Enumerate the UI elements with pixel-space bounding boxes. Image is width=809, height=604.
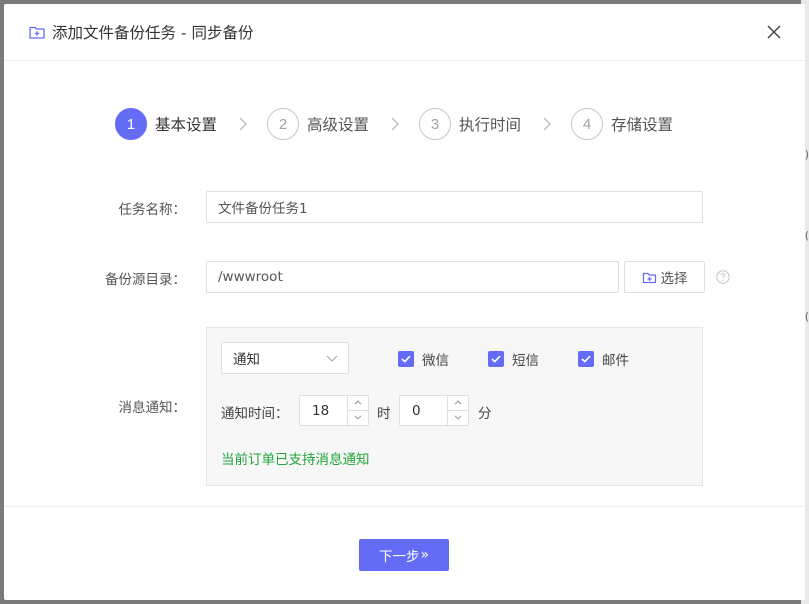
backdrop-glyph: ( (804, 229, 809, 242)
step-label: 执行时间 (459, 116, 522, 134)
folder-plus-icon (28, 23, 46, 41)
choose-button-label: 选择 (660, 271, 688, 287)
source-dir-input[interactable]: /wwwroot (206, 261, 619, 293)
add-backup-task-dialog: 添加文件备份任务 - 同步备份 1 基本设置 2 高级设置 3 执行时间 4 存… (4, 4, 805, 600)
notify-type-value: 通知 (233, 352, 260, 368)
email-checkbox[interactable]: 邮件 (578, 349, 629, 369)
close-icon[interactable] (763, 21, 785, 43)
increment-chevron-up-icon[interactable] (448, 396, 468, 411)
step-indicator: 1 基本设置 2 高级设置 3 执行时间 4 存储设置 (115, 107, 673, 141)
step-label: 存储设置 (611, 116, 674, 134)
decrement-chevron-down-icon[interactable] (448, 411, 468, 426)
hour-unit: 时 (377, 406, 391, 422)
dialog-header: 添加文件备份任务 - 同步备份 (4, 4, 805, 61)
checkmark-icon (488, 351, 504, 367)
wechat-label: 微信 (422, 353, 449, 369)
backdrop-glyph: ( (804, 310, 809, 323)
step-execution-time[interactable]: 3 执行时间 (419, 108, 521, 140)
minute-unit: 分 (478, 406, 492, 422)
task-name-input[interactable]: 文件备份任务1 (206, 191, 703, 223)
step-advanced-settings[interactable]: 2 高级设置 (267, 108, 369, 140)
hour-value: 18 (312, 403, 330, 419)
increment-chevron-up-icon[interactable] (348, 396, 368, 411)
step-basic-settings[interactable]: 1 基本设置 (115, 108, 217, 140)
chevron-right-icon (391, 117, 399, 131)
chevron-right-icon (543, 117, 551, 131)
step-number: 1 (115, 108, 147, 140)
double-chevron-right-icon: » (420, 547, 430, 563)
sms-label: 短信 (512, 353, 539, 369)
step-label: 基本设置 (155, 116, 218, 134)
step-storage-settings[interactable]: 4 存储设置 (571, 108, 673, 140)
sms-checkbox[interactable]: 短信 (488, 349, 539, 369)
folder-open-icon (642, 270, 657, 285)
notify-time-label: 通知时间： (221, 406, 289, 422)
next-step-label: 下一步 (378, 549, 420, 565)
source-dir-label: 备份源目录： (105, 272, 186, 288)
chevron-right-icon (239, 117, 247, 131)
minute-stepper-arrows (447, 396, 468, 425)
wechat-checkbox[interactable]: 微信 (398, 349, 449, 369)
next-step-button[interactable]: 下一步» (359, 539, 449, 571)
chevron-down-icon (326, 353, 338, 363)
step-label: 高级设置 (307, 116, 370, 134)
decrement-chevron-down-icon[interactable] (348, 411, 368, 426)
notify-support-text: 当前订单已支持消息通知 (221, 452, 370, 468)
backdrop-glyph: ) (804, 148, 809, 161)
hour-stepper[interactable]: 18 (299, 395, 369, 426)
choose-folder-button[interactable]: 选择 (624, 261, 705, 293)
task-name-label: 任务名称： (118, 202, 187, 218)
checkmark-icon (398, 351, 414, 367)
notify-type-select[interactable]: 通知 (221, 342, 349, 374)
notify-label: 消息通知： (118, 400, 187, 416)
step-number: 4 (571, 108, 604, 140)
email-label: 邮件 (602, 353, 629, 369)
minute-stepper[interactable]: 0 (399, 395, 469, 426)
hour-stepper-arrows (347, 396, 368, 425)
footer-divider (4, 506, 805, 507)
checkmark-icon (578, 351, 594, 367)
dialog-title: 添加文件备份任务 - 同步备份 (52, 24, 254, 42)
step-number: 3 (419, 108, 452, 140)
help-circle-icon[interactable] (716, 270, 730, 284)
minute-value: 0 (412, 403, 421, 419)
step-number: 2 (267, 108, 300, 140)
